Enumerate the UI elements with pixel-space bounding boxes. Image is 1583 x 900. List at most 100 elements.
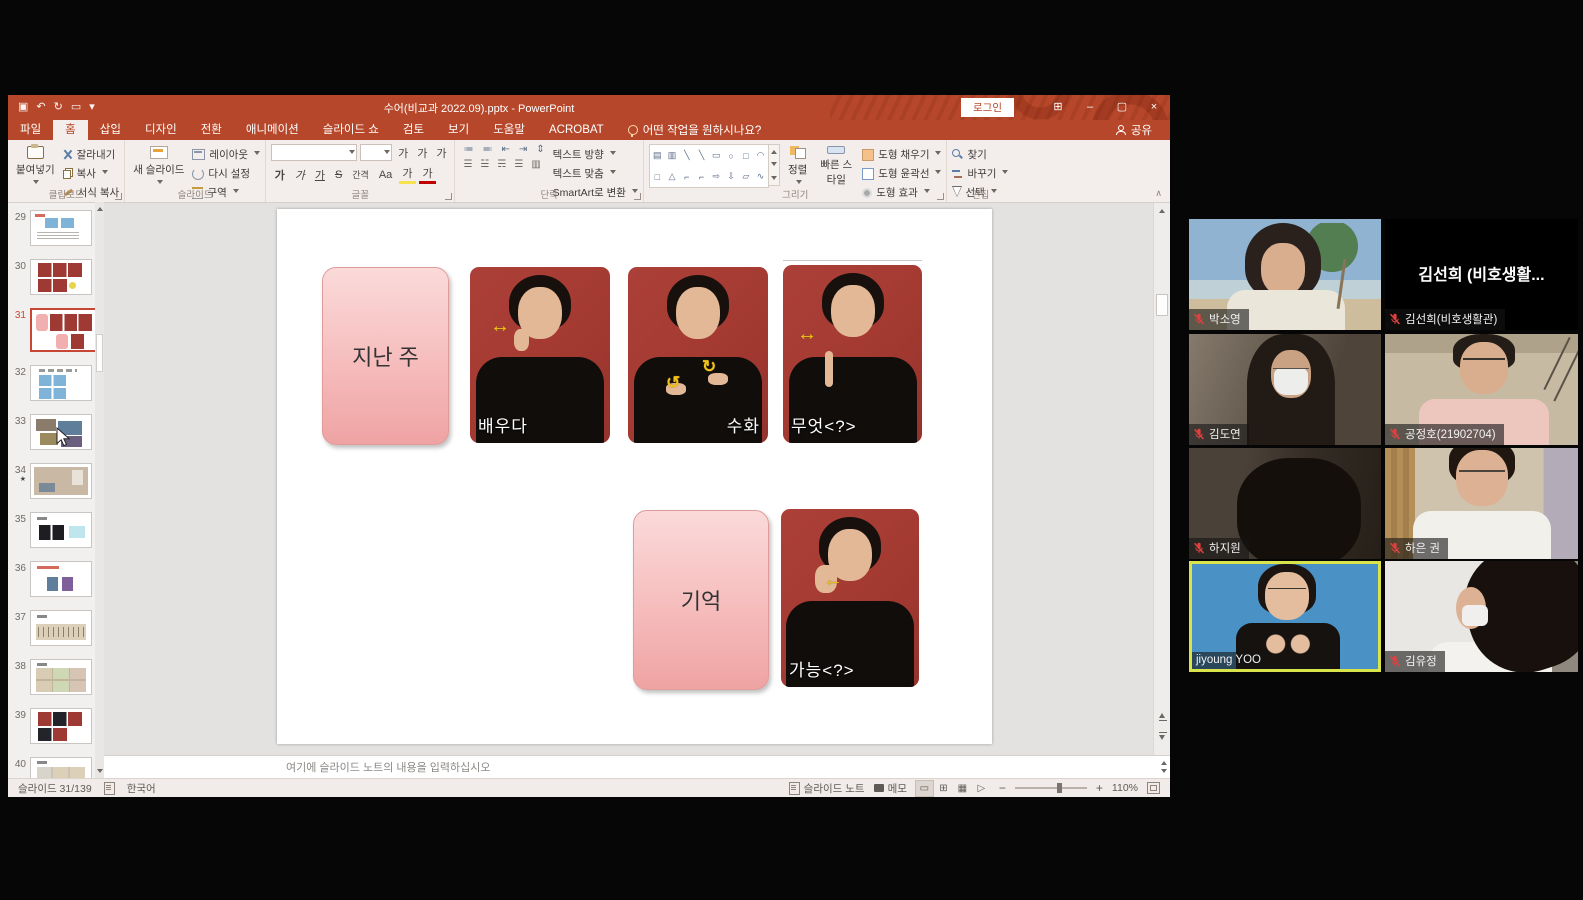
menu-tab[interactable]: 디자인 bbox=[133, 120, 189, 140]
font-tool-button[interactable]: 가 bbox=[395, 145, 411, 161]
font-style-button[interactable]: 가 bbox=[419, 165, 436, 184]
scroll-down-icon[interactable] bbox=[97, 769, 103, 776]
font-style-button[interactable]: 가 bbox=[399, 165, 416, 184]
language-indicator[interactable]: 한국어 bbox=[127, 781, 156, 796]
next-slide-button[interactable] bbox=[1159, 732, 1167, 744]
shape-icon[interactable]: ⇨ bbox=[713, 171, 721, 182]
slide-thumbnail-image[interactable] bbox=[30, 365, 92, 401]
scroll-up-icon[interactable] bbox=[1159, 206, 1165, 213]
menu-tab[interactable]: 검토 bbox=[391, 120, 436, 140]
slide-thumbnail[interactable]: 29 ★ bbox=[8, 210, 104, 246]
participant-tile[interactable]: jiyoung YOO bbox=[1189, 561, 1381, 672]
thumbnail-scrollbar[interactable] bbox=[95, 202, 104, 778]
menu-tab[interactable]: 파일 bbox=[8, 120, 53, 140]
paragraph-tool-button[interactable]: ⇥ bbox=[516, 144, 530, 155]
paragraph-tool-button[interactable]: ≕ bbox=[479, 144, 495, 155]
collapse-ribbon-icon[interactable]: ∧ bbox=[1155, 188, 1162, 199]
view-button[interactable]: ▦ bbox=[954, 781, 971, 796]
scrollbar-thumb[interactable] bbox=[1156, 294, 1168, 316]
zoom-in-button[interactable]: + bbox=[1096, 781, 1103, 795]
tellme-search[interactable]: 어떤 작업을 원하시나요? bbox=[628, 122, 762, 138]
font-tool-button[interactable]: 가 bbox=[414, 145, 430, 161]
shape-icon[interactable]: ╲ bbox=[684, 150, 689, 161]
shapes-gallery-scrollbar[interactable] bbox=[769, 144, 780, 186]
quick-styles-button[interactable]: 빠른 스타일 bbox=[815, 144, 857, 189]
paragraph-tool-button[interactable]: ≔ bbox=[460, 144, 476, 155]
slide-thumbnail[interactable]: 31 ★ bbox=[8, 308, 104, 352]
shape-icon[interactable]: □ bbox=[743, 151, 748, 161]
slide-thumbnail-image[interactable] bbox=[30, 659, 92, 695]
sign-language-image[interactable]: ↻ ↺ 수화 bbox=[628, 267, 768, 443]
shape-icon[interactable]: ▭ bbox=[712, 150, 721, 161]
qat-icon[interactable]: ↻ bbox=[54, 102, 63, 113]
slide-thumbnail-image[interactable] bbox=[30, 210, 92, 246]
notes-toggle-button[interactable]: 슬라이드 노트 bbox=[789, 781, 865, 796]
slide-thumbnail[interactable]: 34 ★ bbox=[8, 463, 104, 499]
zoom-slider-thumb[interactable] bbox=[1057, 783, 1062, 793]
slide-canvas[interactable]: 지난 주 기억 ↔ 배우다 bbox=[277, 209, 992, 744]
alignment-button[interactable]: ☰ bbox=[460, 159, 474, 170]
comments-button[interactable]: 메모 bbox=[874, 781, 907, 796]
scroll-up-icon[interactable] bbox=[1161, 758, 1167, 765]
shape-icon[interactable]: □ bbox=[655, 172, 660, 182]
font-style-button[interactable]: Aa bbox=[375, 169, 395, 181]
alignment-button[interactable]: ☱ bbox=[477, 159, 491, 170]
font-style-button[interactable]: 간격 bbox=[349, 168, 373, 181]
menu-tab[interactable]: ACROBAT bbox=[537, 120, 616, 140]
notes-status-icon[interactable] bbox=[104, 782, 115, 795]
slide-text-box[interactable]: 지난 주 bbox=[322, 267, 449, 445]
paragraph-tool-button[interactable]: ⇕ bbox=[533, 144, 547, 155]
alignment-button[interactable]: ☴ bbox=[494, 159, 508, 170]
shape-icon[interactable]: ▱ bbox=[742, 171, 749, 182]
shape-icon[interactable]: ⌐ bbox=[684, 172, 689, 182]
shape-outline-button[interactable]: 도형 윤곽선 bbox=[862, 166, 941, 181]
participant-tile[interactable]: 하은 권 bbox=[1385, 448, 1578, 559]
shape-icon[interactable]: ⇩ bbox=[727, 171, 735, 182]
qat-icon[interactable]: ▾ bbox=[89, 102, 95, 113]
arrange-button[interactable]: 정렬 bbox=[785, 144, 810, 189]
paragraph-tool-button[interactable]: ⇤ bbox=[498, 144, 512, 155]
minimize-icon[interactable]: – bbox=[1074, 95, 1106, 120]
slide-thumbnail[interactable]: 36 ★ bbox=[8, 561, 104, 597]
menu-tab[interactable]: 도움말 bbox=[481, 120, 537, 140]
shape-icon[interactable]: ∿ bbox=[757, 171, 765, 182]
shape-icon[interactable]: ╲ bbox=[699, 150, 704, 161]
participant-tile[interactable]: 김도연 bbox=[1189, 334, 1381, 445]
scroll-up-icon[interactable] bbox=[771, 147, 777, 154]
font-name-input[interactable] bbox=[271, 144, 357, 161]
scroll-down-icon[interactable] bbox=[1161, 769, 1167, 776]
editor-scrollbar[interactable] bbox=[1153, 202, 1170, 755]
slide-thumbnail[interactable]: 40 ★ bbox=[8, 757, 104, 778]
fit-to-window-icon[interactable] bbox=[1147, 782, 1160, 794]
view-button[interactable]: ▷ bbox=[973, 781, 990, 796]
font-style-button[interactable]: 가 bbox=[291, 167, 308, 183]
zoom-out-button[interactable]: − bbox=[999, 781, 1006, 795]
slide-thumbnail-image[interactable] bbox=[30, 610, 92, 646]
participant-tile[interactable]: 박소영 bbox=[1189, 219, 1381, 330]
zoom-slider[interactable] bbox=[1015, 787, 1087, 789]
qat-icon[interactable]: ▭ bbox=[71, 102, 81, 113]
shape-icon[interactable]: ○ bbox=[728, 151, 733, 161]
slide-thumbnail[interactable]: 37 ★ bbox=[8, 610, 104, 646]
menu-tab[interactable]: 애니메이션 bbox=[234, 120, 311, 140]
scroll-down-icon[interactable] bbox=[771, 162, 777, 169]
find-button[interactable]: 찾기 bbox=[952, 147, 1008, 162]
menu-tab[interactable]: 홈 bbox=[53, 120, 88, 140]
dialog-launcher-icon[interactable] bbox=[937, 193, 944, 200]
ribbon-display-options-icon[interactable]: ⊞ bbox=[1042, 95, 1074, 120]
layout-button[interactable]: 레이아웃 bbox=[192, 147, 260, 162]
sign-language-image[interactable]: ↔ 무엇<?> bbox=[783, 265, 922, 443]
slide-thumbnail[interactable]: 32 ★ bbox=[8, 365, 104, 401]
slide-thumbnail[interactable]: 35 ★ bbox=[8, 512, 104, 548]
participant-tile[interactable]: 하지원 bbox=[1189, 448, 1381, 559]
slide-thumbnail-image[interactable] bbox=[30, 512, 92, 548]
font-tool-button[interactable]: 가 bbox=[433, 145, 449, 161]
slide-thumbnail-image[interactable] bbox=[30, 757, 92, 778]
slide-thumbnail-image[interactable] bbox=[30, 708, 92, 744]
shape-icon[interactable]: ▤ bbox=[653, 150, 662, 161]
slide-thumbnail[interactable]: 39 ★ bbox=[8, 708, 104, 744]
replace-button[interactable]: 바꾸기 bbox=[952, 166, 1008, 181]
sign-language-image[interactable]: ← 가능<?> bbox=[781, 509, 919, 687]
scroll-up-icon[interactable] bbox=[97, 204, 103, 211]
slide-text-box[interactable]: 기억 bbox=[633, 510, 769, 690]
